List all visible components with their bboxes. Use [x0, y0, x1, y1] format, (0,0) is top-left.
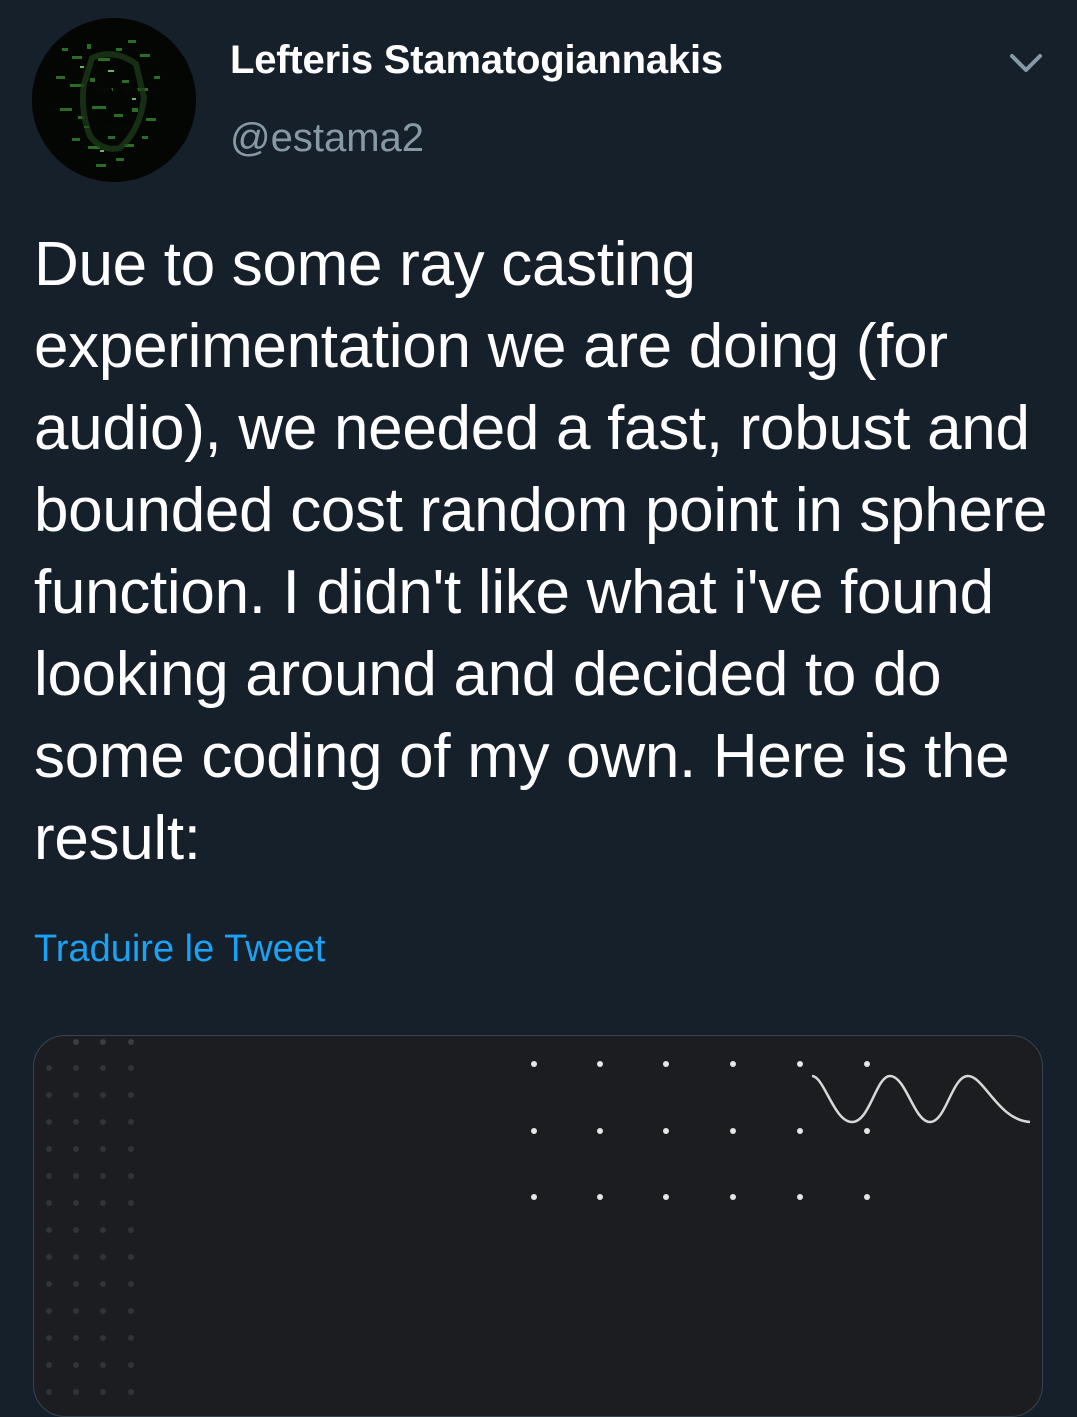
avatar-image	[32, 18, 196, 182]
display-name[interactable]: Lefteris Stamatogiannakis	[230, 38, 723, 83]
avatar[interactable]	[32, 18, 196, 182]
translate-tweet-link[interactable]: Traduire le Tweet	[34, 928, 325, 971]
wave-pattern-image	[46, 1039, 1031, 1395]
user-handle[interactable]: @estama2	[230, 116, 424, 161]
media-preview[interactable]	[33, 1035, 1043, 1417]
tweet-text: Due to some ray casting experimentation …	[34, 230, 1048, 873]
chevron-down-icon[interactable]	[1006, 46, 1046, 82]
